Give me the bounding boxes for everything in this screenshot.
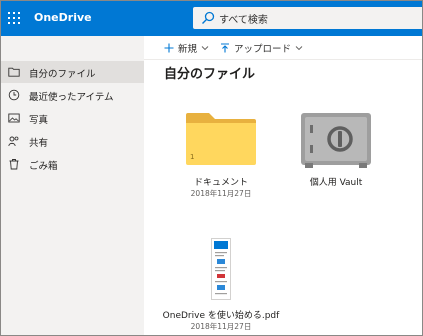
sidebar-item-label: 共有 (29, 138, 49, 149)
folder-icon: 1 (186, 113, 256, 165)
search-input[interactable]: すべて検索 (219, 11, 268, 26)
sidebar-item-photos[interactable]: 写真 (1, 107, 144, 129)
command-bar: 新規 アップロード (144, 36, 422, 60)
upload-icon (221, 43, 229, 53)
onedrive-window: OneDrive すべて検索 自分のファイル 最近使ったアイテム 写真 共有 ご… (0, 0, 423, 336)
folder-icon (8, 67, 20, 77)
chevron-down-icon (295, 46, 303, 51)
new-label: 新規 (178, 44, 198, 55)
file-name: OneDrive を使い始める.pdf (162, 311, 280, 321)
upload-label: アップロード (234, 44, 292, 55)
vault-icon (301, 113, 371, 168)
file-tile-pdf[interactable]: OneDrive を使い始める.pdf 2018年11月27日 (161, 236, 281, 334)
search-icon (202, 11, 215, 24)
folder-count: 1 (190, 153, 194, 161)
new-button[interactable]: 新規 (164, 41, 209, 55)
sidebar-item-recent[interactable]: 最近使ったアイテム (1, 84, 144, 106)
pdf-thumbnail (211, 238, 231, 300)
page-title: 自分のファイル (164, 67, 256, 82)
plus-icon (164, 43, 174, 53)
file-date: 2018年11月27日 (190, 322, 252, 331)
file-name: ドキュメント (193, 178, 248, 188)
sidebar-item-label: 写真 (29, 115, 49, 126)
app-title[interactable]: OneDrive (34, 11, 92, 24)
file-tile-documents[interactable]: 1 ドキュメント 2018年11月27日 (171, 101, 271, 201)
sidebar-item-label: 自分のファイル (29, 69, 96, 80)
file-name: 個人用 Vault (309, 178, 363, 188)
sidebar-item-label: 最近使ったアイテム (29, 92, 114, 103)
people-icon (8, 136, 19, 147)
chevron-down-icon (201, 46, 209, 51)
search-box[interactable]: すべて検索 (193, 7, 422, 29)
file-date: 2018年11月27日 (190, 189, 252, 198)
image-icon (8, 113, 20, 123)
sidebar-item-recycle-bin[interactable]: ごみ箱 (1, 153, 144, 175)
trash-icon (9, 159, 19, 170)
upload-button[interactable]: アップロード (220, 41, 303, 55)
clock-icon (8, 89, 20, 101)
sidebar-item-shared[interactable]: 共有 (1, 130, 144, 152)
top-bar: OneDrive すべて検索 (1, 1, 422, 36)
sidebar-item-label: ごみ箱 (29, 161, 58, 172)
sidebar: 自分のファイル 最近使ったアイテム 写真 共有 ごみ箱 (1, 36, 144, 335)
file-tile-vault[interactable]: 個人用 Vault (286, 101, 386, 201)
app-launcher-icon[interactable] (8, 12, 20, 24)
sidebar-item-my-files[interactable]: 自分のファイル (1, 61, 144, 83)
